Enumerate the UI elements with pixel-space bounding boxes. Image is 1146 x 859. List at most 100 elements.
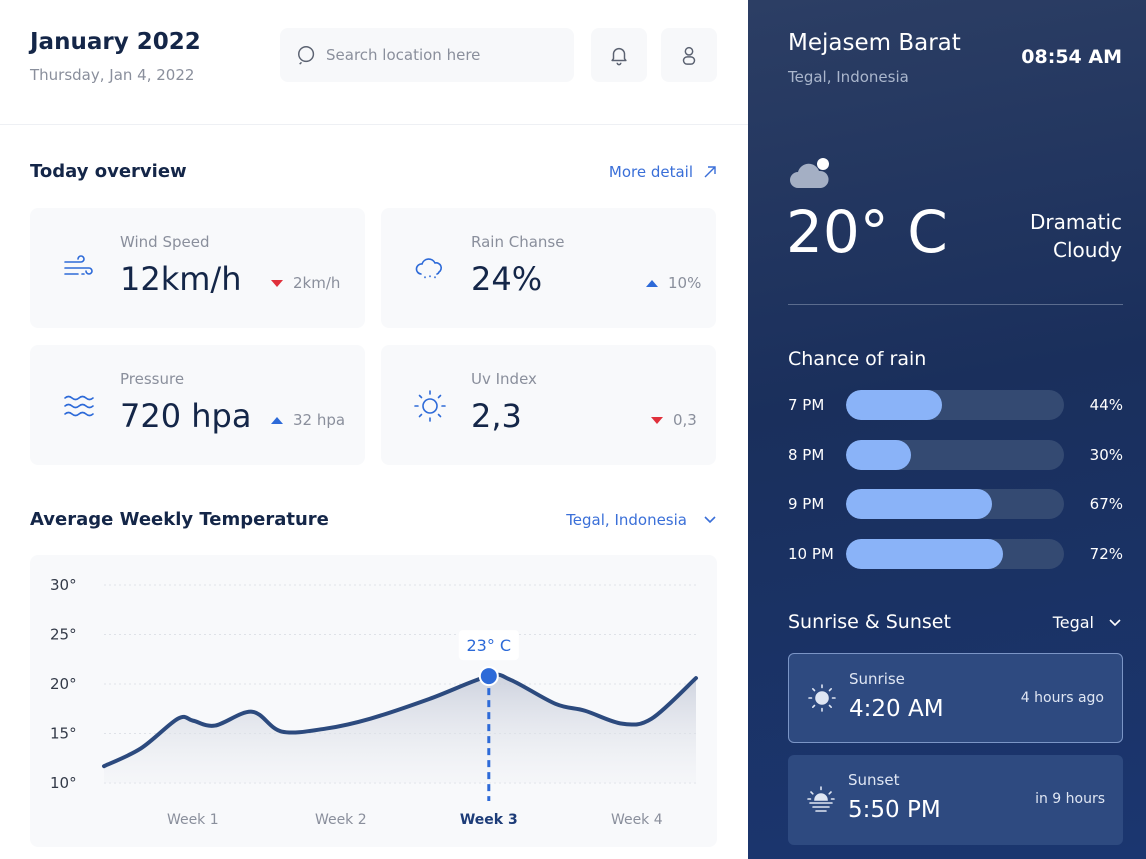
wind-speed-card: Wind Speed 12km/h 2km/h [30,208,365,328]
chance-of-rain-title: Chance of rain [788,348,927,370]
y-tick-label: 10° [50,774,77,792]
temperature-chart-svg: 30° 25° 20° 15° 10° 23° C Week 1 Week 2 Week 3 We… [50,576,698,828]
card-delta-value: 2km/h [293,274,341,292]
location-region: Tegal, Indonesia [788,68,909,86]
search-box[interactable] [280,28,574,82]
condition-line-2: Cloudy [1053,238,1122,262]
rain-progress-fill [846,489,993,519]
rain-progress-fill [846,538,1003,569]
sunrise-sunset-title: Sunrise & Sunset [788,611,951,633]
card-value: 2,3 [471,397,522,435]
rain-time: 8 PM [788,445,825,464]
rain-progress-fill [846,439,912,470]
cloud-moon-icon [790,158,829,188]
wind-icon [64,255,93,275]
more-detail-label: More detail [608,163,693,181]
current-temperature: 20° C [786,198,948,266]
rain-row: 8 PM 30% [788,439,1123,470]
notifications-button[interactable] [591,28,647,82]
local-time: 08:54 AM [1021,46,1122,68]
rain-percent: 30% [1089,445,1123,464]
trend-down-icon [271,279,283,287]
rain-time: 10 PM [788,544,834,563]
card-delta: 10% [646,274,701,292]
uv-index-card: Uv Index 2,3 0,3 [381,345,716,465]
search-input[interactable] [326,46,566,64]
arrow-up-right-icon [704,166,716,178]
rain-progress-fill [846,390,942,420]
rain-percent: 67% [1089,495,1123,513]
card-label: Uv Index [471,370,537,388]
sunset-card[interactable]: Sunset 5:50 PM in 9 hours [788,755,1123,845]
sunset-label: Sunset [848,771,900,789]
y-tick-label: 25° [50,626,77,644]
waves-icon [64,395,94,417]
bell-icon [611,47,627,66]
sunrise-card[interactable]: Sunrise 4:20 AM 4 hours ago [788,653,1123,743]
search-icon [298,46,315,65]
weather-condition: Dramatic Cloudy [1030,208,1122,264]
rain-progress-track [846,489,1064,519]
condition-line-1: Dramatic [1029,210,1122,234]
rain-chance-card: Rain Chanse 24% 10% [381,208,716,328]
divider [788,304,1123,305]
rain-progress-track [846,538,1064,569]
highlight-label: 23° C [466,636,511,655]
weather-sidebar: Mejasem Barat Tegal, Indonesia 08:54 AM … [748,0,1146,859]
chevron-down-icon [704,516,716,524]
sun-location-dropdown[interactable]: Tegal [1053,613,1122,632]
rain-time: 7 PM [788,396,825,414]
sunrise-icon [808,684,836,712]
card-label: Wind Speed [120,233,210,251]
x-tick-label: Week 2 [315,812,367,828]
pressure-card: Pressure 720 hpa 32 hpa [30,345,365,465]
card-delta-value: 32 hpa [293,411,346,429]
x-tick-label: Week 1 [167,812,219,828]
trend-down-icon [651,416,663,424]
rain-progress-track [846,439,1064,470]
card-delta: 2km/h [271,274,340,292]
y-tick-label: 20° [50,675,77,693]
location-dropdown[interactable]: Tegal, Indonesia [566,511,717,529]
x-tick-label: Week 3 [460,812,518,828]
top-bar: January 2022 Thursday, Jan 4, 2022 [0,0,748,125]
rain-row: 9 PM 67% [788,489,1123,519]
rain-cloud-icon [415,258,442,279]
rain-percent: 44% [1089,396,1123,414]
y-tick-label: 30° [50,576,77,594]
sunset-time: 5:50 PM [848,797,941,823]
overview-title: Today overview [30,161,187,182]
rain-row: 7 PM 44% [788,390,1123,420]
dashboard-main: January 2022 Thursday, Jan 4, 2022 Today… [0,0,748,859]
sun-location-label: Tegal [1052,613,1094,632]
sun-icon [414,390,446,422]
sunset-icon [807,786,835,812]
weekly-temperature-title: Average Weekly Temperature [30,509,329,530]
weekly-temperature-chart: 30° 25° 20° 15° 10° 23° C Week 1 Week 2 Week 3 We… [30,555,717,847]
trend-up-icon [646,279,658,287]
card-delta: 32 hpa [271,411,345,429]
sunset-relative: in 9 hours [1035,791,1105,807]
highlight-point [478,666,499,687]
card-delta-value: 0,3 [673,411,697,429]
location-name: Mejasem Barat [788,30,961,56]
card-value: 12km/h [120,260,242,298]
chevron-down-icon [1109,618,1121,626]
page-title: January 2022 [30,29,201,55]
rain-row: 10 PM 72% [788,538,1123,569]
card-delta: 0,3 [651,411,697,429]
card-value: 720 hpa [120,397,252,435]
sunrise-label: Sunrise [849,670,905,688]
location-dropdown-label: Tegal, Indonesia [566,511,687,529]
user-icon [682,46,696,65]
rain-percent: 72% [1089,544,1123,563]
card-label: Rain Chanse [471,233,565,251]
more-detail-link[interactable]: More detail [609,163,717,181]
trend-up-icon [271,416,283,424]
x-tick-label: Week 4 [611,812,663,828]
rain-time: 9 PM [788,495,825,513]
card-label: Pressure [120,370,185,388]
profile-button[interactable] [661,28,717,82]
card-value: 24% [471,260,543,298]
card-delta-value: 10% [668,274,702,292]
